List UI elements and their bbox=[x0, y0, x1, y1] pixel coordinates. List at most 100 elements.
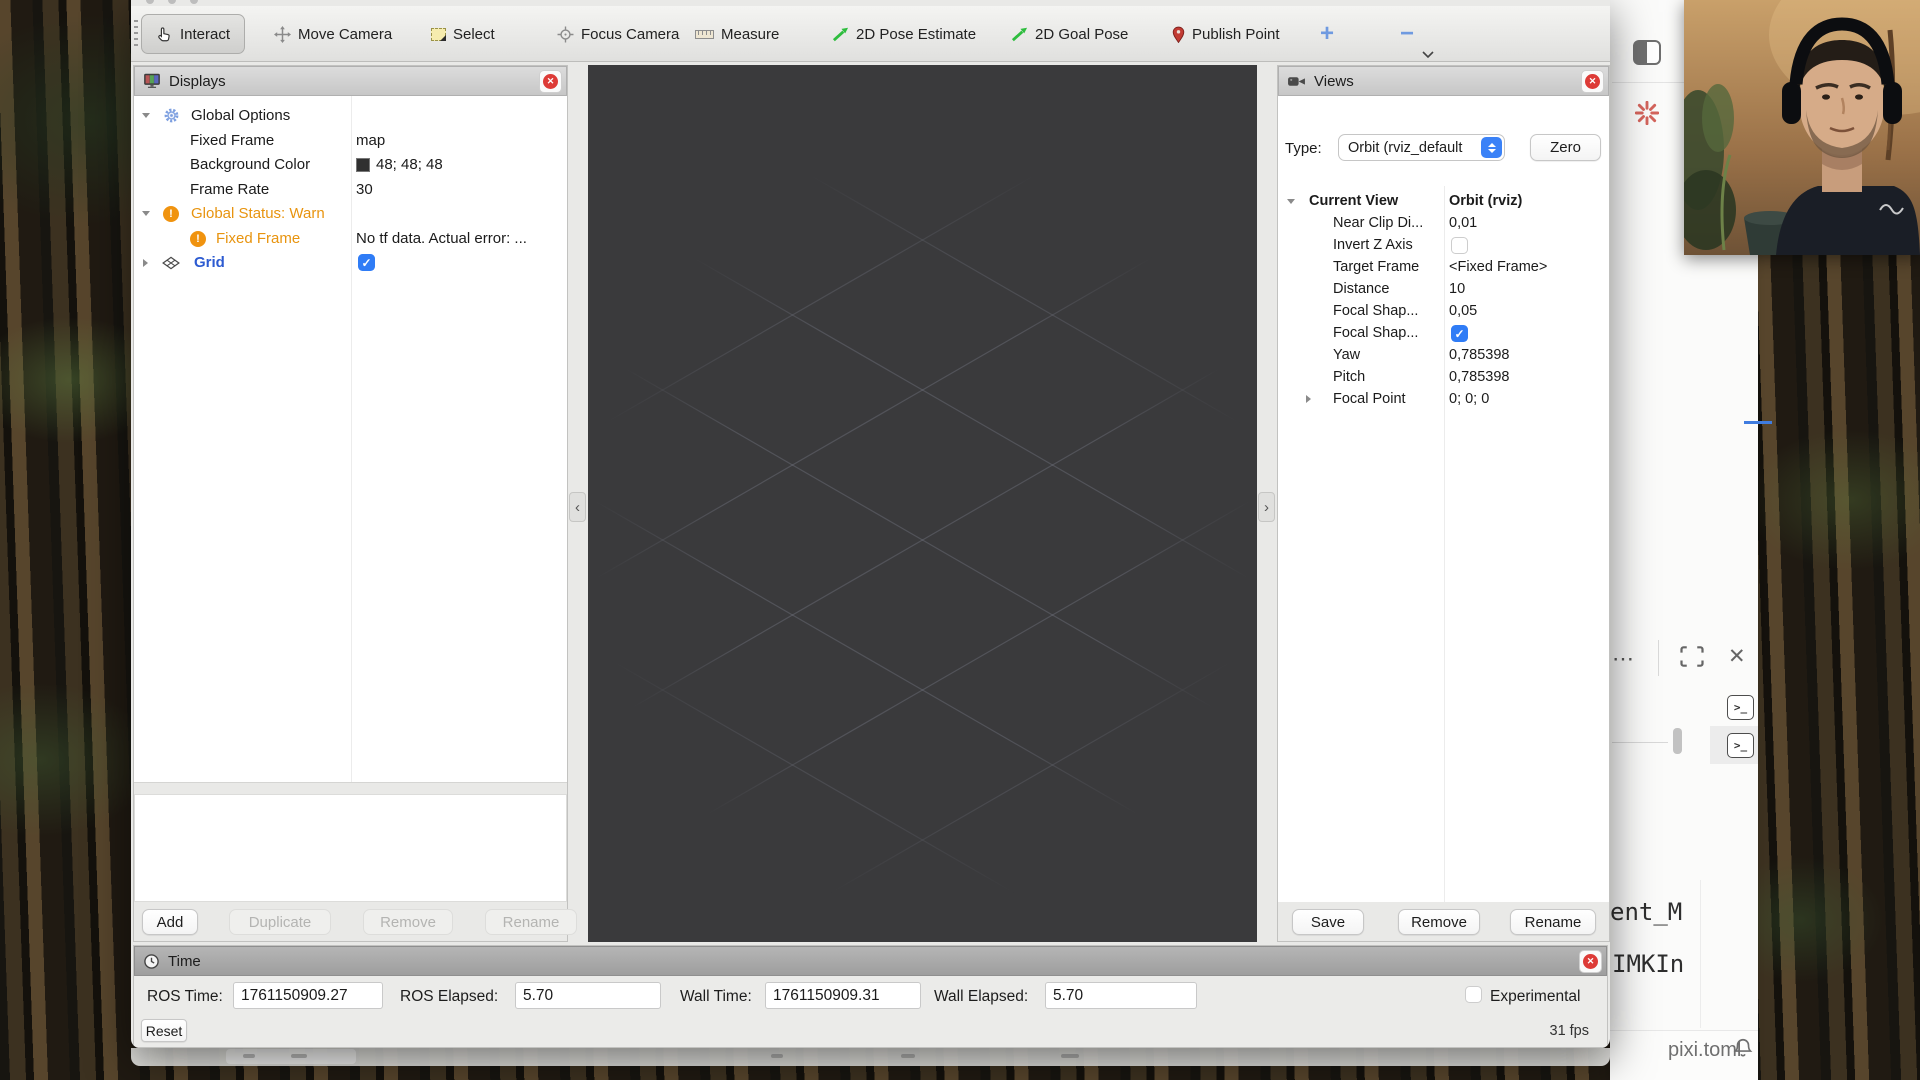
tree-row-focal-point[interactable]: Focal Point 0; 0; 0 bbox=[1278, 388, 1609, 410]
bell-icon[interactable] bbox=[1732, 1037, 1754, 1059]
close-panel-icon[interactable]: ✕ bbox=[1728, 644, 1746, 669]
grid-enabled-checkbox[interactable] bbox=[358, 254, 375, 271]
view-type-dropdown[interactable]: Orbit (rviz_default bbox=[1338, 134, 1505, 161]
collapse-left-panel-handle[interactable]: ‹ bbox=[569, 492, 586, 522]
add-tool-button[interactable]: + bbox=[1320, 14, 1334, 54]
chevron-right-icon[interactable] bbox=[1306, 395, 1311, 403]
window-control-dot[interactable] bbox=[190, 0, 198, 4]
row-label: Target Frame bbox=[1333, 259, 1419, 275]
chevron-down-icon[interactable] bbox=[1287, 199, 1295, 204]
status-file-name[interactable]: pixi.toml bbox=[1668, 1039, 1741, 1062]
tree-row-target-frame[interactable]: Target Frame <Fixed Frame> bbox=[1278, 256, 1609, 278]
more-actions-icon[interactable]: ⋯ bbox=[1612, 646, 1636, 672]
chevron-down-icon[interactable] bbox=[1421, 50, 1435, 59]
toolbar-drag-handle[interactable] bbox=[134, 20, 138, 50]
color-value: 48; 48; 48 bbox=[376, 156, 443, 173]
time-panel-header[interactable]: Time ✕ bbox=[134, 946, 1607, 976]
hand-pointer-icon bbox=[156, 26, 173, 43]
close-icon[interactable]: ✕ bbox=[539, 70, 562, 93]
scrollbar-thumb[interactable] bbox=[1673, 728, 1682, 754]
dock-glyph bbox=[901, 1054, 915, 1058]
focal-shape-checkbox[interactable] bbox=[1451, 325, 1468, 342]
chevron-down-icon[interactable] bbox=[142, 113, 150, 118]
tool-label: Measure bbox=[721, 26, 779, 43]
invert-z-checkbox[interactable] bbox=[1451, 237, 1468, 254]
wall-elapsed-label: Wall Elapsed: bbox=[934, 988, 1028, 1006]
chevron-down-icon[interactable] bbox=[142, 211, 150, 216]
close-icon[interactable]: ✕ bbox=[1579, 950, 1602, 973]
experimental-label: Experimental bbox=[1490, 988, 1580, 1006]
window-control-dot[interactable] bbox=[146, 0, 154, 4]
panel-title: Displays bbox=[169, 73, 226, 90]
window-control-dot[interactable] bbox=[168, 0, 176, 4]
tree-row-yaw[interactable]: Yaw 0,785398 bbox=[1278, 344, 1609, 366]
row-value[interactable]: <Fixed Frame> bbox=[1449, 259, 1547, 275]
tool-label: Move Camera bbox=[298, 26, 392, 43]
row-value[interactable]: 30 bbox=[356, 181, 373, 198]
row-value[interactable]: 0,785398 bbox=[1449, 369, 1509, 385]
tree-row-near-clip[interactable]: Near Clip Di... 0,01 bbox=[1278, 212, 1609, 234]
tool-2d-goal-pose[interactable]: 2D Goal Pose bbox=[1011, 14, 1128, 54]
displays-panel-header[interactable]: Displays ✕ bbox=[134, 66, 567, 96]
row-value[interactable]: map bbox=[356, 132, 385, 149]
tree-row-frame-rate[interactable]: Frame Rate 30 bbox=[134, 177, 567, 202]
remove-display-button[interactable]: Remove bbox=[363, 909, 453, 935]
remove-tool-button[interactable]: − bbox=[1400, 14, 1414, 54]
terminal-icon[interactable]: >_ bbox=[1727, 695, 1754, 720]
chevron-right-icon[interactable] bbox=[143, 259, 148, 267]
tree-row-invert-z[interactable]: Invert Z Axis bbox=[1278, 234, 1609, 256]
tree-row-global-status[interactable]: ! Global Status: Warn bbox=[134, 201, 567, 226]
row-value[interactable]: 0; 0; 0 bbox=[1449, 391, 1489, 407]
views-panel-header[interactable]: Views ✕ bbox=[1278, 66, 1609, 96]
remove-view-button[interactable]: Remove bbox=[1398, 909, 1480, 935]
close-icon[interactable]: ✕ bbox=[1581, 70, 1604, 93]
tree-row-focal-shape-size[interactable]: Focal Shap... 0,05 bbox=[1278, 300, 1609, 322]
tree-row-focal-shape-fixed[interactable]: Focal Shap... bbox=[1278, 322, 1609, 344]
tool-interact[interactable]: Interact bbox=[141, 14, 245, 54]
panel-title: Time bbox=[168, 953, 201, 970]
tool-2d-pose-estimate[interactable]: 2D Pose Estimate bbox=[832, 14, 976, 54]
tool-select[interactable]: Select bbox=[431, 14, 495, 54]
views-content: Type: Orbit (rviz_default Zero Current V… bbox=[1278, 96, 1609, 902]
move-arrows-icon bbox=[274, 26, 291, 43]
maximize-panel-icon[interactable] bbox=[1680, 646, 1704, 667]
tree-row-pitch[interactable]: Pitch 0,785398 bbox=[1278, 366, 1609, 388]
wall-time-input[interactable] bbox=[765, 982, 921, 1009]
row-value[interactable]: 0,01 bbox=[1449, 215, 1477, 231]
tool-move-camera[interactable]: Move Camera bbox=[274, 14, 392, 54]
duplicate-display-button[interactable]: Duplicate bbox=[229, 909, 331, 935]
row-value[interactable]: 0,05 bbox=[1449, 303, 1477, 319]
experimental-checkbox[interactable] bbox=[1465, 986, 1482, 1003]
zero-button[interactable]: Zero bbox=[1530, 134, 1601, 161]
row-value[interactable]: 48; 48; 48 bbox=[356, 156, 443, 173]
rename-display-button[interactable]: Rename bbox=[485, 909, 577, 935]
ros-elapsed-input[interactable] bbox=[515, 982, 661, 1009]
tool-focus-camera[interactable]: Focus Camera bbox=[557, 14, 679, 54]
save-view-button[interactable]: Save bbox=[1292, 909, 1364, 935]
tree-row-current-view[interactable]: Current View Orbit (rviz) bbox=[1278, 190, 1609, 212]
collapse-right-panel-handle[interactable]: › bbox=[1258, 492, 1275, 522]
tree-row-global-options[interactable]: Global Options bbox=[134, 103, 567, 128]
sidebar-toggle-icon[interactable] bbox=[1633, 40, 1661, 65]
tree-row-distance[interactable]: Distance 10 bbox=[1278, 278, 1609, 300]
row-label: Fixed Frame bbox=[216, 230, 300, 247]
clipped-terminal-text: IMKIn bbox=[1612, 950, 1684, 978]
row-label: Fixed Frame bbox=[190, 132, 274, 149]
reset-button[interactable]: Reset bbox=[141, 1019, 187, 1042]
tool-publish-point[interactable]: Publish Point bbox=[1172, 14, 1280, 54]
row-value[interactable]: 0,785398 bbox=[1449, 347, 1509, 363]
add-display-button[interactable]: Add bbox=[142, 909, 198, 935]
wall-elapsed-input[interactable] bbox=[1045, 982, 1197, 1009]
tool-label: Interact bbox=[180, 26, 230, 43]
tree-row-background-color[interactable]: Background Color 48; 48; 48 bbox=[134, 152, 567, 177]
row-value[interactable]: 10 bbox=[1449, 281, 1465, 297]
rename-view-button[interactable]: Rename bbox=[1510, 909, 1596, 935]
clipped-terminal-text: ent_M bbox=[1610, 898, 1682, 926]
tree-row-grid[interactable]: Grid bbox=[134, 250, 567, 275]
tool-measure[interactable]: Measure bbox=[695, 14, 779, 54]
ros-time-input[interactable] bbox=[233, 982, 383, 1009]
tree-row-fixed-frame[interactable]: Fixed Frame map bbox=[134, 128, 567, 153]
tree-row-fixed-frame-warning[interactable]: ! Fixed Frame No tf data. Actual error: … bbox=[134, 226, 567, 251]
render-viewport[interactable] bbox=[588, 65, 1257, 942]
terminal-icon[interactable]: >_ bbox=[1727, 733, 1754, 758]
